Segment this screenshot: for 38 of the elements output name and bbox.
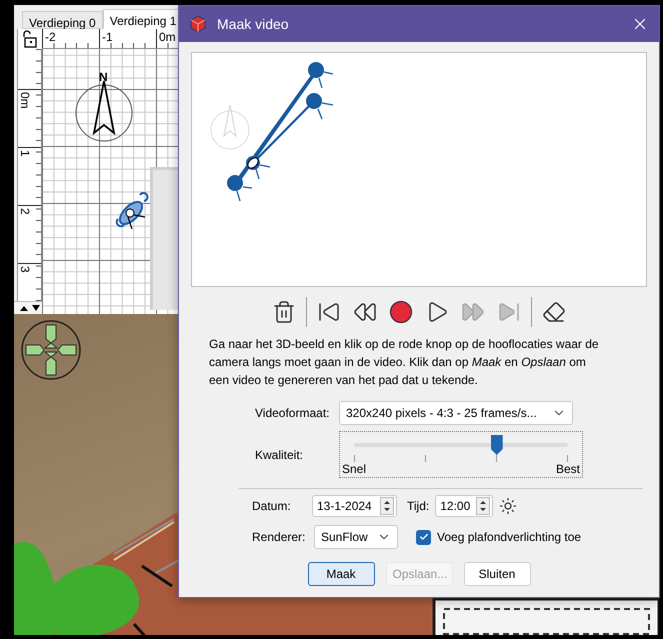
ruler-label: 3 <box>18 266 32 273</box>
date-field[interactable]: 13-1-2024 <box>312 495 397 517</box>
ruler-label: 0m <box>18 92 32 109</box>
sun-icon[interactable] <box>499 497 518 515</box>
spinner-arrows-icon[interactable] <box>476 497 490 515</box>
quality-slider[interactable]: Snel Best <box>339 431 583 478</box>
app-cube-icon <box>189 15 207 33</box>
spinner-arrows-icon[interactable] <box>380 497 394 515</box>
ruler-label: 2 <box>18 208 32 215</box>
dialog-button[interactable]: Sluiten <box>464 562 530 586</box>
slider-thumb[interactable] <box>490 435 503 455</box>
ruler-label: -2 <box>42 29 99 48</box>
checkmark-icon <box>418 532 428 542</box>
eraser-icon <box>542 300 566 324</box>
slider-min-label: Snel <box>342 463 366 476</box>
dialog-button[interactable]: Maak <box>308 562 374 586</box>
record-icon <box>389 300 413 324</box>
checkbox-label: Voeg plafondverlichting toe <box>437 530 582 544</box>
renderer-dropdown[interactable]: SunFlow <box>314 525 398 549</box>
video-format-dropdown[interactable]: 320x240 pixels - 4:3 - 25 frames/s... <box>339 401 573 425</box>
instructions-text: Ga naar het 3D-beeld en klik op de rode knop op de hooflocaties waar de camera langs moet gaan in de video. Klik dan op Maak en Opslaan om een video te genereren van het pad dat u tekende. <box>209 336 600 389</box>
navigation-pad-icon[interactable] <box>20 319 82 381</box>
field-label: Datum: <box>252 499 292 513</box>
floor-tab[interactable]: Verdieping 0 <box>22 11 103 29</box>
lock-icon[interactable] <box>21 30 39 48</box>
field-label: Kwaliteit: <box>255 448 304 462</box>
trash-icon <box>272 300 296 324</box>
field-label: Tijd: <box>407 499 430 513</box>
ruler-label: -1 <box>99 29 156 48</box>
compass-letter: N <box>99 71 108 84</box>
time-field[interactable]: 12:00 <box>435 495 494 517</box>
field-label: Videoformaat: <box>255 406 330 420</box>
field-label: Renderer: <box>252 530 306 544</box>
ceiling-light-checkbox[interactable] <box>416 530 431 544</box>
compass-drawing <box>210 104 250 150</box>
ruler-label: 1 <box>18 150 32 157</box>
dialog-title: Maak video <box>217 16 290 32</box>
slider-max-label: Best <box>556 463 580 476</box>
